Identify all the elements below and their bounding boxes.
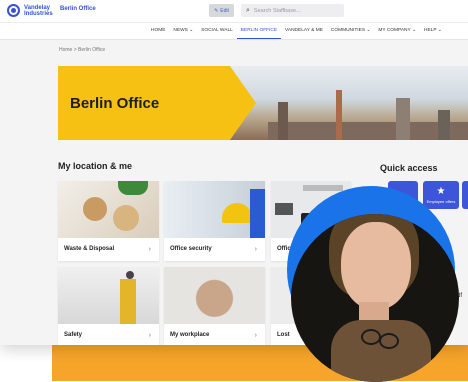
tile-label: Employee offers bbox=[426, 199, 456, 204]
search-input[interactable]: ⌕ Search Staffbase... bbox=[241, 4, 344, 17]
section-title-location: My location & me bbox=[58, 161, 133, 171]
card-label: Lost bbox=[277, 332, 290, 338]
chevron-right-icon: › bbox=[148, 332, 151, 339]
page-title: Berlin Office bbox=[70, 95, 160, 112]
card-image bbox=[164, 267, 265, 324]
edit-button[interactable]: ✎ Edit bbox=[209, 4, 234, 17]
card-my-workplace[interactable]: My workplace › bbox=[164, 267, 265, 345]
nav-item-communities[interactable]: COMMUNITIES ⌄ bbox=[327, 23, 374, 39]
card-image bbox=[164, 181, 265, 238]
nav-item-home[interactable]: HOME bbox=[147, 23, 169, 39]
logo-line-2: Industries bbox=[24, 10, 53, 17]
card-label: Office security bbox=[170, 246, 212, 252]
quick-access-tile[interactable] bbox=[462, 181, 468, 209]
main-navigation: HOME NEWS ⌄ SOCIAL WALL BERLIN OFFICE VA… bbox=[0, 23, 468, 40]
company-logo[interactable]: Vandelay Industries bbox=[7, 4, 58, 17]
card-office-security[interactable]: Office security › bbox=[164, 181, 265, 261]
breadcrumb[interactable]: Home > Berlin Office bbox=[59, 47, 105, 53]
site-name[interactable]: Berlin Office bbox=[60, 6, 96, 12]
section-title-quick-access: Quick access bbox=[380, 163, 438, 173]
pencil-icon: ✎ bbox=[214, 7, 219, 14]
search-icon: ⌕ bbox=[246, 6, 250, 14]
logo-icon bbox=[7, 4, 20, 17]
top-bar: Vandelay Industries Berlin Office ✎ Edit… bbox=[0, 0, 468, 23]
card-waste-disposal[interactable]: Waste & Disposal › bbox=[58, 181, 159, 261]
nav-item-berlin-office[interactable]: BERLIN OFFICE bbox=[236, 23, 282, 39]
chevron-right-icon: › bbox=[254, 332, 257, 339]
chevron-right-icon: › bbox=[148, 246, 151, 253]
nav-item-vandelay-and-me[interactable]: VANDELAY & ME bbox=[281, 23, 327, 39]
card-image bbox=[58, 267, 159, 324]
star-icon: ★ bbox=[436, 186, 446, 197]
card-label: Safety bbox=[64, 332, 83, 338]
nav-item-social-wall[interactable]: SOCIAL WALL bbox=[197, 23, 237, 39]
card-safety[interactable]: Safety › bbox=[58, 267, 159, 345]
person-portrait bbox=[291, 214, 459, 382]
chevron-right-icon: › bbox=[254, 246, 257, 253]
hero-title-banner: Berlin Office bbox=[58, 66, 256, 140]
search-placeholder: Search Staffbase... bbox=[253, 7, 301, 14]
nav-item-news[interactable]: NEWS ⌄ bbox=[169, 23, 197, 39]
nav-item-my-company[interactable]: MY COMPANY ⌄ bbox=[374, 23, 420, 39]
hero-banner: Berlin Office bbox=[58, 66, 468, 140]
edit-label: Edit bbox=[220, 7, 229, 14]
quick-access-tile-employee-offers[interactable]: ★ Employee offers bbox=[423, 181, 459, 209]
card-label: My workplace bbox=[170, 332, 210, 338]
nav-item-help[interactable]: HELP ⌄ bbox=[420, 23, 446, 39]
card-image bbox=[58, 181, 159, 238]
card-label: Waste & Disposal bbox=[64, 246, 115, 252]
